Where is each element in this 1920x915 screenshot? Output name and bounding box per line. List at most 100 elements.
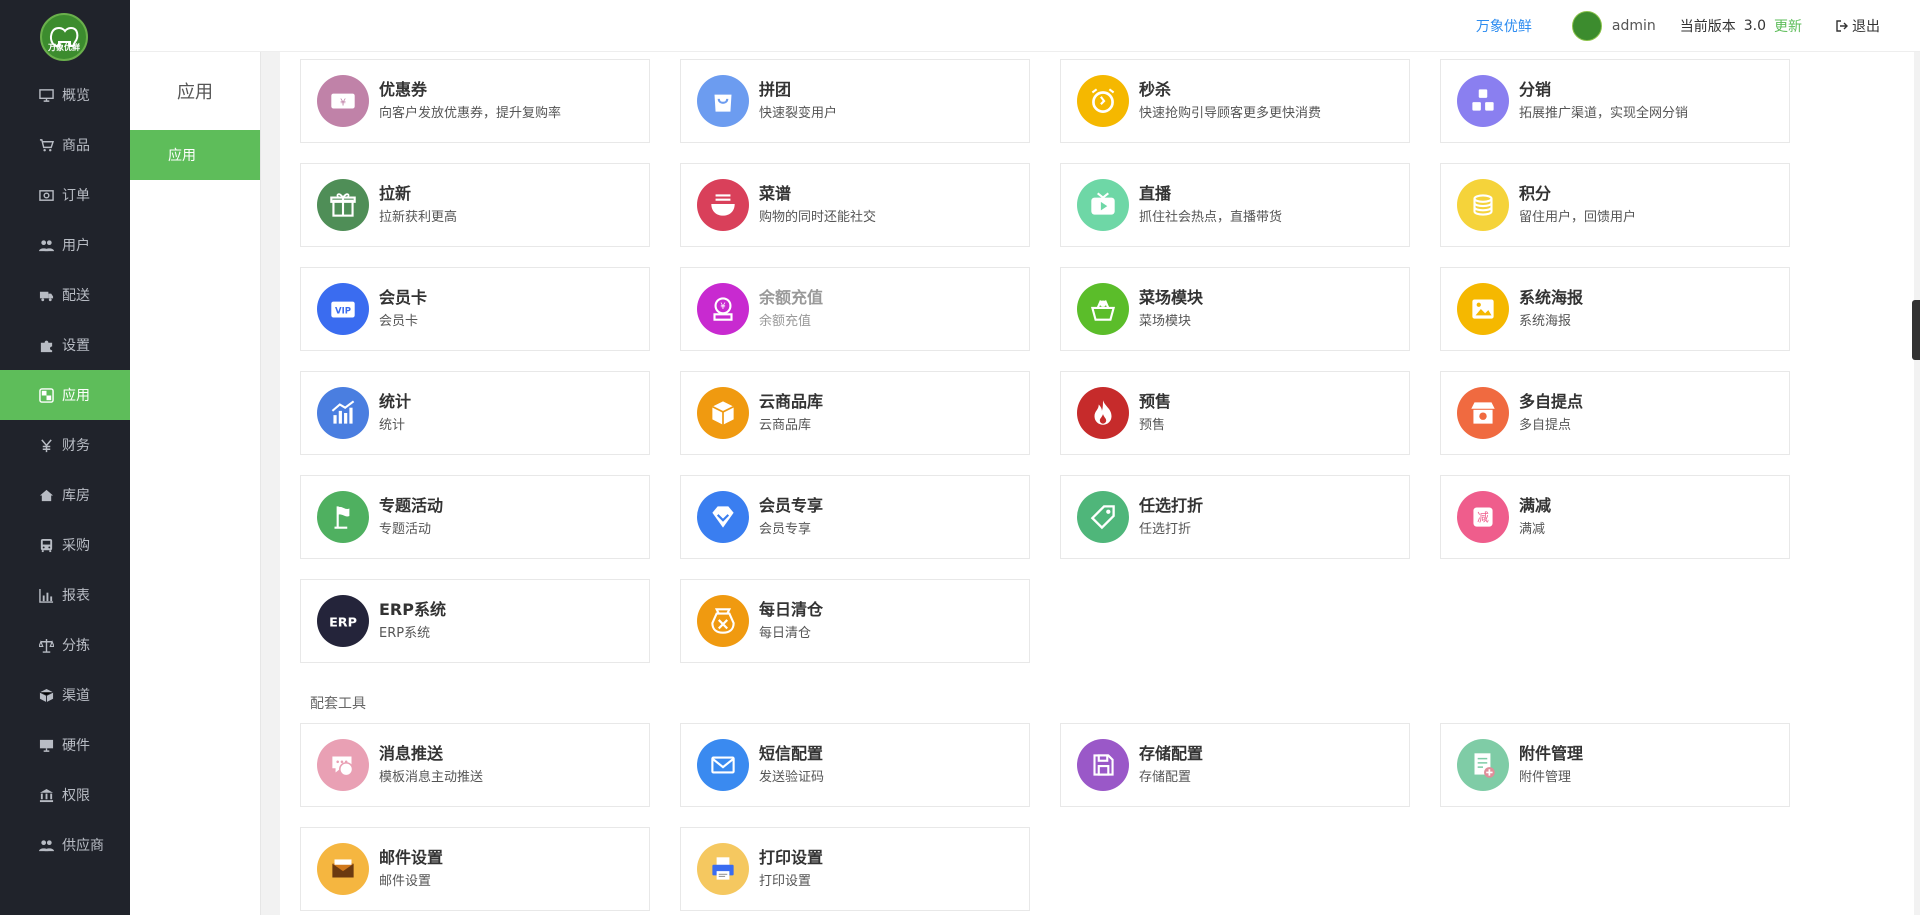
diamond-icon <box>697 491 749 543</box>
bar-chart-icon <box>38 587 54 603</box>
app-card-title: 附件管理 <box>1519 743 1584 763</box>
app-card[interactable]: 分销 拓展推广渠道，实现全网分销 <box>1440 59 1790 143</box>
app-card-text: 积分 留住用户，回馈用户 <box>1519 183 1636 228</box>
app-card[interactable]: 消息推送 模板消息主动推送 <box>300 723 650 807</box>
app-card-text: 余额充值 余额充值 <box>759 287 823 332</box>
app-card[interactable]: 积分 留住用户，回馈用户 <box>1440 163 1790 247</box>
app-card[interactable]: 统计 统计 <box>300 371 650 455</box>
svg-text:减: 减 <box>1477 510 1489 524</box>
app-card[interactable]: 菜场模块 菜场模块 <box>1060 267 1410 351</box>
app-card-title: 拼团 <box>759 79 792 99</box>
box-icon <box>697 387 749 439</box>
logout-button[interactable]: 退出 <box>1836 16 1880 36</box>
app-card[interactable]: 短信配置 发送验证码 <box>680 723 1030 807</box>
brand-link[interactable]: 万象优鲜 <box>1476 16 1532 36</box>
vertical-scrollbar[interactable] <box>1914 52 1920 915</box>
app-card-description: 购物的同时还能社交 <box>759 209 877 225</box>
app-card[interactable]: 打印设置 打印设置 <box>680 827 1030 911</box>
app-card[interactable]: 专题活动 专题活动 <box>300 475 650 559</box>
sidebar-item-0[interactable]: 概览 <box>0 70 130 120</box>
sidebar-item-11[interactable]: 分拣 <box>0 620 130 670</box>
apps-content: 配套工具 ¥ 优惠券 向客户发放优惠券，提升复购率 拼团 快速裂变用户 秒杀 快速抢购引导顾… <box>280 52 1914 915</box>
sidebar-item-6[interactable]: 应用 <box>0 370 130 420</box>
app-card[interactable]: 拉新 拉新获利更高 <box>300 163 650 247</box>
app-card[interactable]: 邮件设置 邮件设置 <box>300 827 650 911</box>
sidebar-item-5[interactable]: 设置 <box>0 320 130 370</box>
app-card-description: 邮件设置 <box>379 873 432 889</box>
sidebar-item-label: 商品 <box>62 138 90 154</box>
app-card-title: 云商品库 <box>759 391 824 411</box>
app-card[interactable]: VIP 会员卡 会员卡 <box>300 267 650 351</box>
app-card-description: 满减 <box>1519 521 1546 537</box>
app-card-title: 菜谱 <box>759 183 792 203</box>
bank-icon <box>38 787 54 803</box>
tools-section-label: 配套工具 <box>310 696 366 712</box>
recharge-icon: ¥ <box>697 283 749 335</box>
home-icon <box>38 487 54 503</box>
app-card[interactable]: 预售 预售 <box>1060 371 1410 455</box>
app-card[interactable]: 云商品库 云商品库 <box>680 371 1030 455</box>
logout-icon <box>1836 20 1848 32</box>
app-card[interactable]: 拼团 快速裂变用户 <box>680 59 1030 143</box>
app-card[interactable]: 每日清仓 每日清仓 <box>680 579 1030 663</box>
fire-icon <box>1077 387 1129 439</box>
sidebar-item-13[interactable]: 硬件 <box>0 720 130 770</box>
app-card[interactable]: 系统海报 系统海报 <box>1440 267 1790 351</box>
app-card[interactable]: 任选打折 任选打折 <box>1060 475 1410 559</box>
app-root: 万象优鲜 概览 商品 订单 用户 配送 设置 应用 财务 库房 采购 报表 分拣 渠道 硬件 权限 供应商 万… <box>0 0 1920 915</box>
app-card-text: 存储配置 存储配置 <box>1139 743 1203 788</box>
app-card[interactable]: 直播 抓住社会热点，直播带货 <box>1060 163 1410 247</box>
app-card-text: 任选打折 任选打折 <box>1139 495 1203 540</box>
app-card-text: ERP系统 ERP系统 <box>379 599 446 644</box>
version-number: 3.0 <box>1743 18 1766 34</box>
side-drawer-handle[interactable] <box>1912 300 1920 360</box>
app-card[interactable]: ERP ERP系统 ERP系统 <box>300 579 650 663</box>
app-card[interactable]: 多自提点 多自提点 <box>1440 371 1790 455</box>
app-card-description: 附件管理 <box>1519 769 1572 785</box>
printer-icon <box>697 843 749 895</box>
sidebar-item-3[interactable]: 用户 <box>0 220 130 270</box>
username[interactable]: admin <box>1612 18 1656 34</box>
sidebar-item-10[interactable]: 报表 <box>0 570 130 620</box>
sidebar-item-4[interactable]: 配送 <box>0 270 130 320</box>
users-icon <box>38 837 54 853</box>
app-card-description: 菜场模块 <box>1139 313 1192 329</box>
sidebar-item-15[interactable]: 供应商 <box>0 820 130 870</box>
app-card-title: 专题活动 <box>379 495 444 515</box>
update-link[interactable]: 更新 <box>1774 16 1802 36</box>
app-card[interactable]: 秒杀 快速抢购引导顾客更多更快消费 <box>1060 59 1410 143</box>
app-card[interactable]: 附件管理 附件管理 <box>1440 723 1790 807</box>
app-card-description: 任选打折 <box>1139 521 1192 537</box>
sidebar-item-7[interactable]: 财务 <box>0 420 130 470</box>
sidebar-item-14[interactable]: 权限 <box>0 770 130 820</box>
attachment-icon <box>1457 739 1509 791</box>
app-card-description: 发送验证码 <box>759 769 825 785</box>
sidebar-item-label: 概览 <box>62 88 90 104</box>
sidebar-item-8[interactable]: 库房 <box>0 470 130 520</box>
app-card-text: 拼团 快速裂变用户 <box>759 79 837 124</box>
user-avatar[interactable] <box>1571 11 1602 41</box>
vip-card-icon: VIP <box>317 283 369 335</box>
app-card-title: 短信配置 <box>759 743 824 763</box>
app-card-text: 每日清仓 每日清仓 <box>759 599 823 644</box>
app-card-title: ERP系统 <box>379 599 446 619</box>
sidebar-item-2[interactable]: 订单 <box>0 170 130 220</box>
app-card[interactable]: 减满减 满减 <box>1440 475 1790 559</box>
app-card-title: 消息推送 <box>379 743 444 763</box>
subnav-item-apps[interactable]: 应用 <box>130 130 260 180</box>
sidebar-item-1[interactable]: 商品 <box>0 120 130 170</box>
app-logo[interactable]: 万象优鲜 <box>40 13 88 61</box>
statistics-icon <box>317 387 369 439</box>
app-card[interactable]: 会员专享 会员专享 <box>680 475 1030 559</box>
app-card[interactable]: 菜谱购物的同时还能社交 <box>680 163 1030 247</box>
app-card-text: 云商品库 云商品库 <box>759 391 823 436</box>
app-card[interactable]: 存储配置 存储配置 <box>1060 723 1410 807</box>
app-card[interactable]: ¥ 优惠券 向客户发放优惠券，提升复购率 <box>300 59 650 143</box>
sidebar-item-12[interactable]: 渠道 <box>0 670 130 720</box>
app-card-title: 积分 <box>1519 183 1552 203</box>
app-card-text: 短信配置 发送验证码 <box>759 743 824 788</box>
app-card-description: 存储配置 <box>1139 769 1192 785</box>
erp-icon: ERP <box>317 595 369 647</box>
sidebar-item-9[interactable]: 采购 <box>0 520 130 570</box>
app-card[interactable]: ¥ 余额充值 余额充值 <box>680 267 1030 351</box>
